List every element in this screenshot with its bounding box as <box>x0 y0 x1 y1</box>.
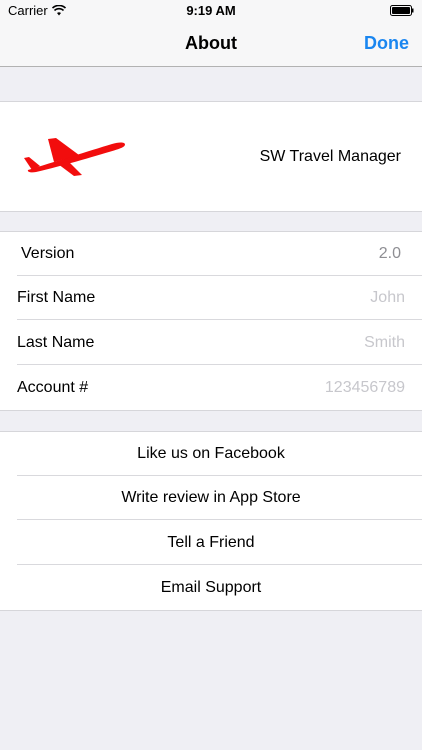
battery-icon <box>390 5 414 16</box>
actions-section: Like us on Facebook Write review in App … <box>0 431 422 611</box>
version-row: Version 2.0 <box>0 232 422 276</box>
last-name-placeholder[interactable]: Smith <box>364 334 405 352</box>
divider <box>17 364 422 365</box>
last-name-field[interactable]: Last Name Smith <box>0 321 422 365</box>
email-support-button[interactable]: Email Support <box>0 566 422 610</box>
version-label: Version <box>21 245 75 262</box>
app-header-section: SW Travel Manager <box>0 101 422 212</box>
facebook-button[interactable]: Like us on Facebook <box>0 432 422 476</box>
tell-friend-label: Tell a Friend <box>167 534 255 551</box>
app-store-review-button[interactable]: Write review in App Store <box>0 476 422 520</box>
airplane-icon <box>24 138 126 176</box>
first-name-placeholder[interactable]: John <box>370 289 405 307</box>
page-title: About <box>185 33 237 53</box>
user-info-section: Version 2.0 First Name John Last Name Sm… <box>0 231 422 411</box>
account-number-field[interactable]: Account # 123456789 <box>0 366 422 410</box>
app-name: SW Travel Manager <box>259 148 401 165</box>
facebook-button-label: Like us on Facebook <box>137 445 285 462</box>
tell-friend-button[interactable]: Tell a Friend <box>0 521 422 565</box>
divider <box>17 319 422 320</box>
first-name-label: First Name <box>17 289 96 306</box>
app-store-review-label: Write review in App Store <box>121 489 301 506</box>
last-name-label: Last Name <box>17 334 95 351</box>
status-bar: Carrier 9:19 AM <box>0 0 422 22</box>
done-button[interactable]: Done <box>364 33 409 54</box>
navigation-bar: About Done <box>0 22 422 67</box>
account-number-label: Account # <box>17 379 89 396</box>
divider <box>17 519 422 520</box>
status-time: 9:19 AM <box>186 3 236 18</box>
divider <box>17 564 422 565</box>
first-name-field[interactable]: First Name John <box>0 276 422 320</box>
account-number-placeholder[interactable]: 123456789 <box>325 379 405 397</box>
email-support-label: Email Support <box>160 579 262 596</box>
version-value: 2.0 <box>378 245 401 262</box>
